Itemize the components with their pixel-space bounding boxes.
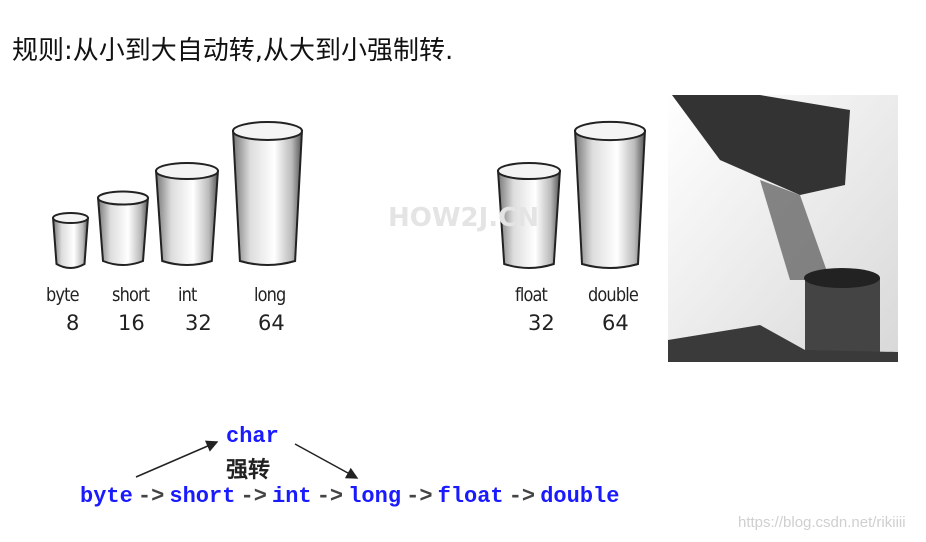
cup-label-short: short: [112, 284, 150, 306]
cup-rim-float: [497, 161, 561, 181]
cup-label-int: int: [178, 284, 197, 306]
arrow: ->: [316, 484, 344, 509]
cup-label-float: float: [515, 284, 548, 306]
cup-rim-byte: [52, 212, 89, 224]
cup-bits-double: 64: [602, 311, 629, 335]
cup-rim-int: [155, 161, 219, 181]
cup-double: [574, 129, 646, 269]
chain-type-short: short: [169, 484, 236, 509]
cup-label-byte: byte: [46, 284, 80, 306]
chain-type-float: float: [437, 484, 504, 509]
chain-type-byte: byte: [80, 484, 133, 509]
cup-bits-short: 16: [118, 311, 145, 335]
cup-rim-short: [97, 190, 149, 206]
cup-int: [155, 169, 219, 266]
cup-rim-long: [232, 121, 303, 141]
cup-bits-byte: 8: [66, 311, 80, 335]
chain-type-long: long: [348, 484, 402, 509]
cup-rim-double: [574, 120, 646, 142]
arrow: ->: [508, 484, 536, 509]
cup-bits-long: 64: [258, 311, 285, 335]
cups-illustration: [52, 95, 898, 362]
watermark: HOW2J.CN: [388, 203, 540, 233]
source-credit: https://blog.csdn.net/rikiiii: [738, 514, 906, 531]
cup-byte: [52, 216, 89, 269]
pouring-photo: [668, 95, 898, 362]
cup-long: [232, 129, 303, 266]
page: 规则:从小到大自动转,从大到小强制转. HOW2J.CN byte short …: [0, 0, 926, 542]
cup-short: [97, 196, 149, 266]
arrow: ->: [240, 484, 267, 509]
cup-label-long: long: [254, 284, 286, 306]
cup-bits-int: 32: [185, 311, 212, 335]
cup-label-double: double: [588, 284, 639, 306]
chain-type-double: double: [540, 484, 620, 509]
chain-type-int: int: [272, 484, 312, 509]
cup-bits-float: 32: [528, 311, 555, 335]
arrow: ->: [137, 484, 165, 509]
arrow: ->: [406, 484, 433, 509]
type-chain: byte -> short -> int -> long -> float ->…: [80, 484, 619, 509]
